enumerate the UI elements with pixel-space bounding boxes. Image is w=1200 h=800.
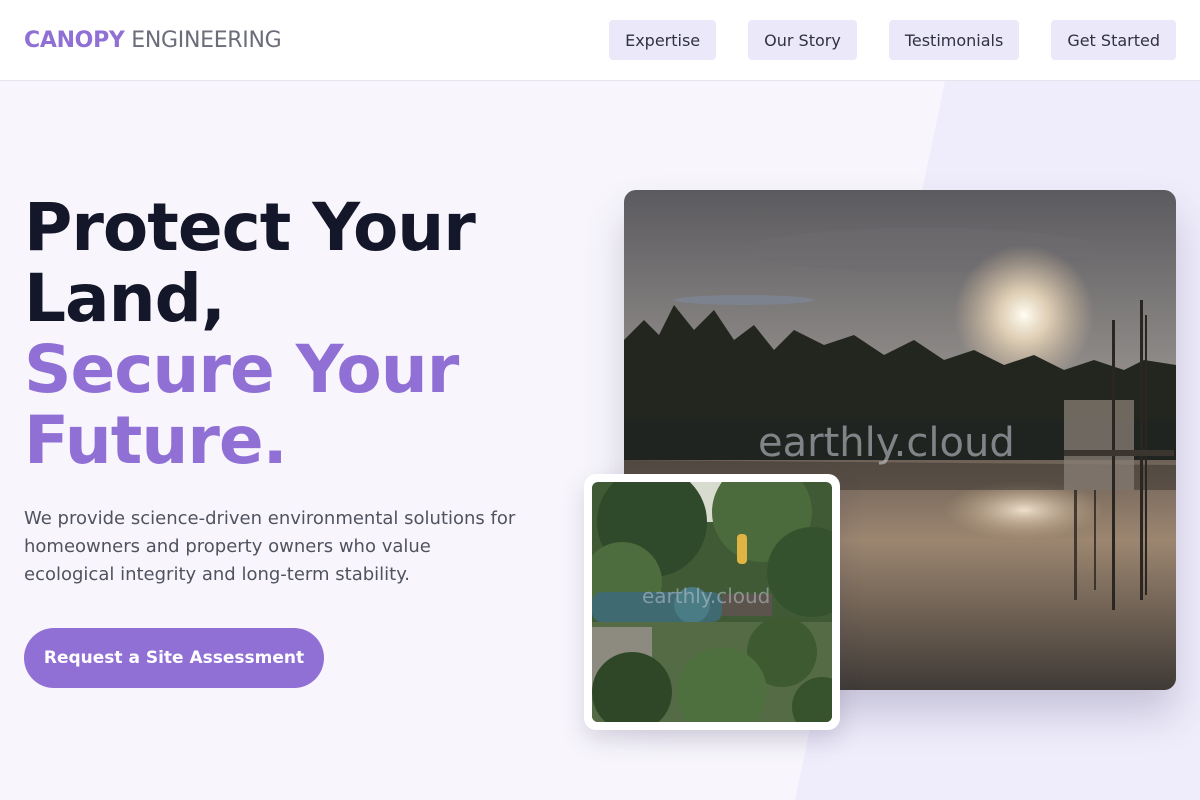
nav-our-story-button[interactable]: Our Story [748, 20, 857, 60]
brand-logo[interactable]: CANOPY ENGINEERING [24, 27, 282, 53]
hero-title-accent-line-1: Secure Your [24, 331, 459, 408]
hero-title: Protect Your Land, Secure Your Future. [24, 192, 584, 476]
main-nav: Expertise Our Story Testimonials Get Sta… [609, 20, 1176, 60]
hero-title-accent-line-2: Future. [24, 402, 288, 479]
inset-photo-frame: earthly.cloud [584, 474, 840, 730]
nav-expertise-button[interactable]: Expertise [609, 20, 717, 60]
main-photo-watermark: earthly.cloud [758, 420, 1015, 466]
brand-secondary: ENGINEERING [131, 27, 282, 53]
hero-description: We provide science-driven environmental … [24, 508, 516, 585]
hero-title-line-2: Land, [24, 260, 226, 337]
brand-primary: CANOPY [24, 27, 125, 53]
nav-testimonials-button[interactable]: Testimonials [888, 20, 1020, 60]
nav-get-started-button[interactable]: Get Started [1051, 20, 1176, 60]
inset-photo-watermark: earthly.cloud [642, 584, 771, 608]
request-site-assessment-button[interactable]: Request a Site Assessment [24, 628, 324, 688]
site-header: CANOPY ENGINEERING Expertise Our Story T… [0, 0, 1200, 81]
hero-title-line-1: Protect Your [24, 189, 476, 266]
